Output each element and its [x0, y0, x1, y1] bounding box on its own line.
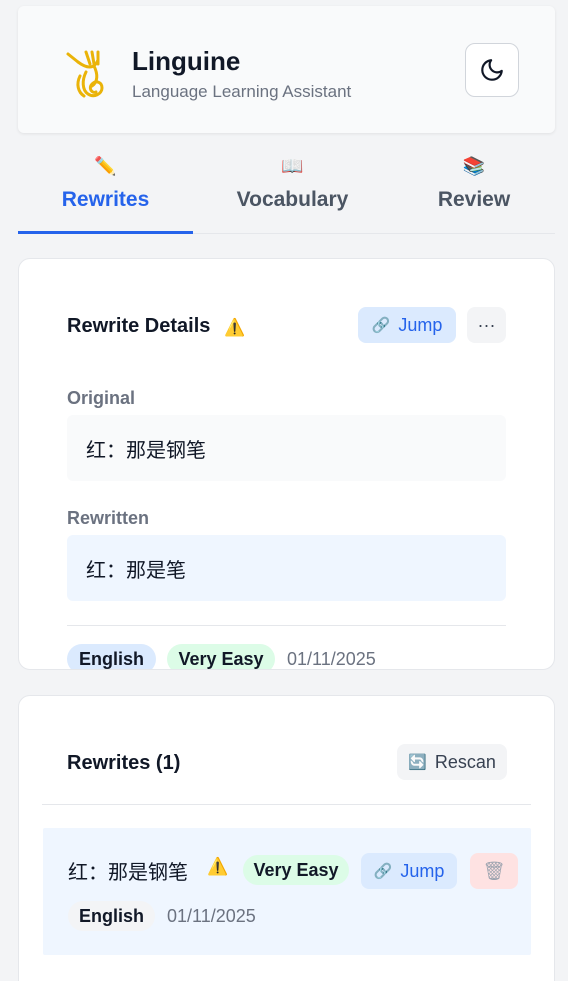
fork-pasta-icon	[64, 48, 108, 100]
trash-icon: 🗑	[482, 860, 506, 881]
tab-review[interactable]: 📚 Review	[384, 150, 564, 234]
details-title: Rewrite Details	[67, 315, 211, 337]
tab-label: Rewrites	[61, 188, 150, 211]
theme-toggle-button[interactable]	[465, 43, 519, 97]
tab-label: Review	[437, 188, 511, 211]
rescan-button[interactable]: 🔄 Rescan	[397, 744, 507, 780]
books-icon: 📚	[462, 156, 486, 176]
divider	[67, 625, 506, 626]
language-badge: English	[67, 644, 156, 669]
rewrites-list-card: Rewrites (1) 🔄 Rescan 红：那是钢笔 ⚠️ Very Eas…	[18, 695, 555, 981]
moon-icon	[481, 59, 503, 81]
item-text: 红：那是钢笔	[68, 860, 188, 884]
difficulty-badge: Very Easy	[243, 855, 349, 885]
warning-icon: ⚠️	[224, 318, 246, 337]
original-label: Original	[67, 388, 136, 408]
tab-label: Vocabulary	[236, 188, 349, 211]
tab-vocabulary[interactable]: 📖 Vocabulary	[201, 150, 384, 234]
list-item[interactable]: 红：那是钢笔 ⚠️ Very Easy 🔗 Jump 🗑 English 01/…	[43, 828, 531, 955]
difficulty-badge: Very Easy	[167, 644, 275, 669]
more-options-button[interactable]: ···	[467, 307, 506, 343]
divider	[42, 804, 531, 805]
pencil-icon: ✏️	[94, 156, 117, 176]
book-icon: 📖	[281, 156, 304, 176]
app-subtitle: Language Learning Assistant	[132, 82, 352, 101]
link-icon: 🔗	[373, 863, 393, 880]
original-text: 红：那是钢笔	[67, 415, 506, 481]
app-header: Linguine Language Learning Assistant	[18, 6, 555, 133]
date-label: 01/11/2025	[167, 906, 256, 926]
tab-rewrites[interactable]: ✏️ Rewrites	[18, 150, 193, 234]
app-title: Linguine	[132, 46, 241, 76]
language-badge: English	[68, 901, 155, 931]
jump-button[interactable]: 🔗 Jump	[361, 853, 457, 889]
jump-button[interactable]: 🔗 Jump	[358, 307, 456, 343]
rewrite-details-card: Rewrite Details ⚠️ 🔗 Jump ··· Original 红…	[18, 258, 555, 670]
rewritten-text: 红：那是笔	[67, 535, 506, 601]
link-icon: 🔗	[371, 317, 391, 334]
jump-label: Jump	[400, 860, 445, 881]
date-label: 01/11/2025	[287, 649, 376, 669]
delete-button[interactable]: 🗑	[470, 853, 518, 889]
list-title: Rewrites (1)	[67, 752, 181, 774]
jump-label: Jump	[398, 314, 443, 335]
rewritten-label: Rewritten	[67, 508, 150, 528]
refresh-icon: 🔄	[408, 754, 427, 771]
rescan-label: Rescan	[434, 751, 496, 772]
tab-bar: ✏️ Rewrites 📖 Vocabulary 📚 Review	[18, 150, 555, 234]
warning-icon: ⚠️	[207, 857, 229, 876]
